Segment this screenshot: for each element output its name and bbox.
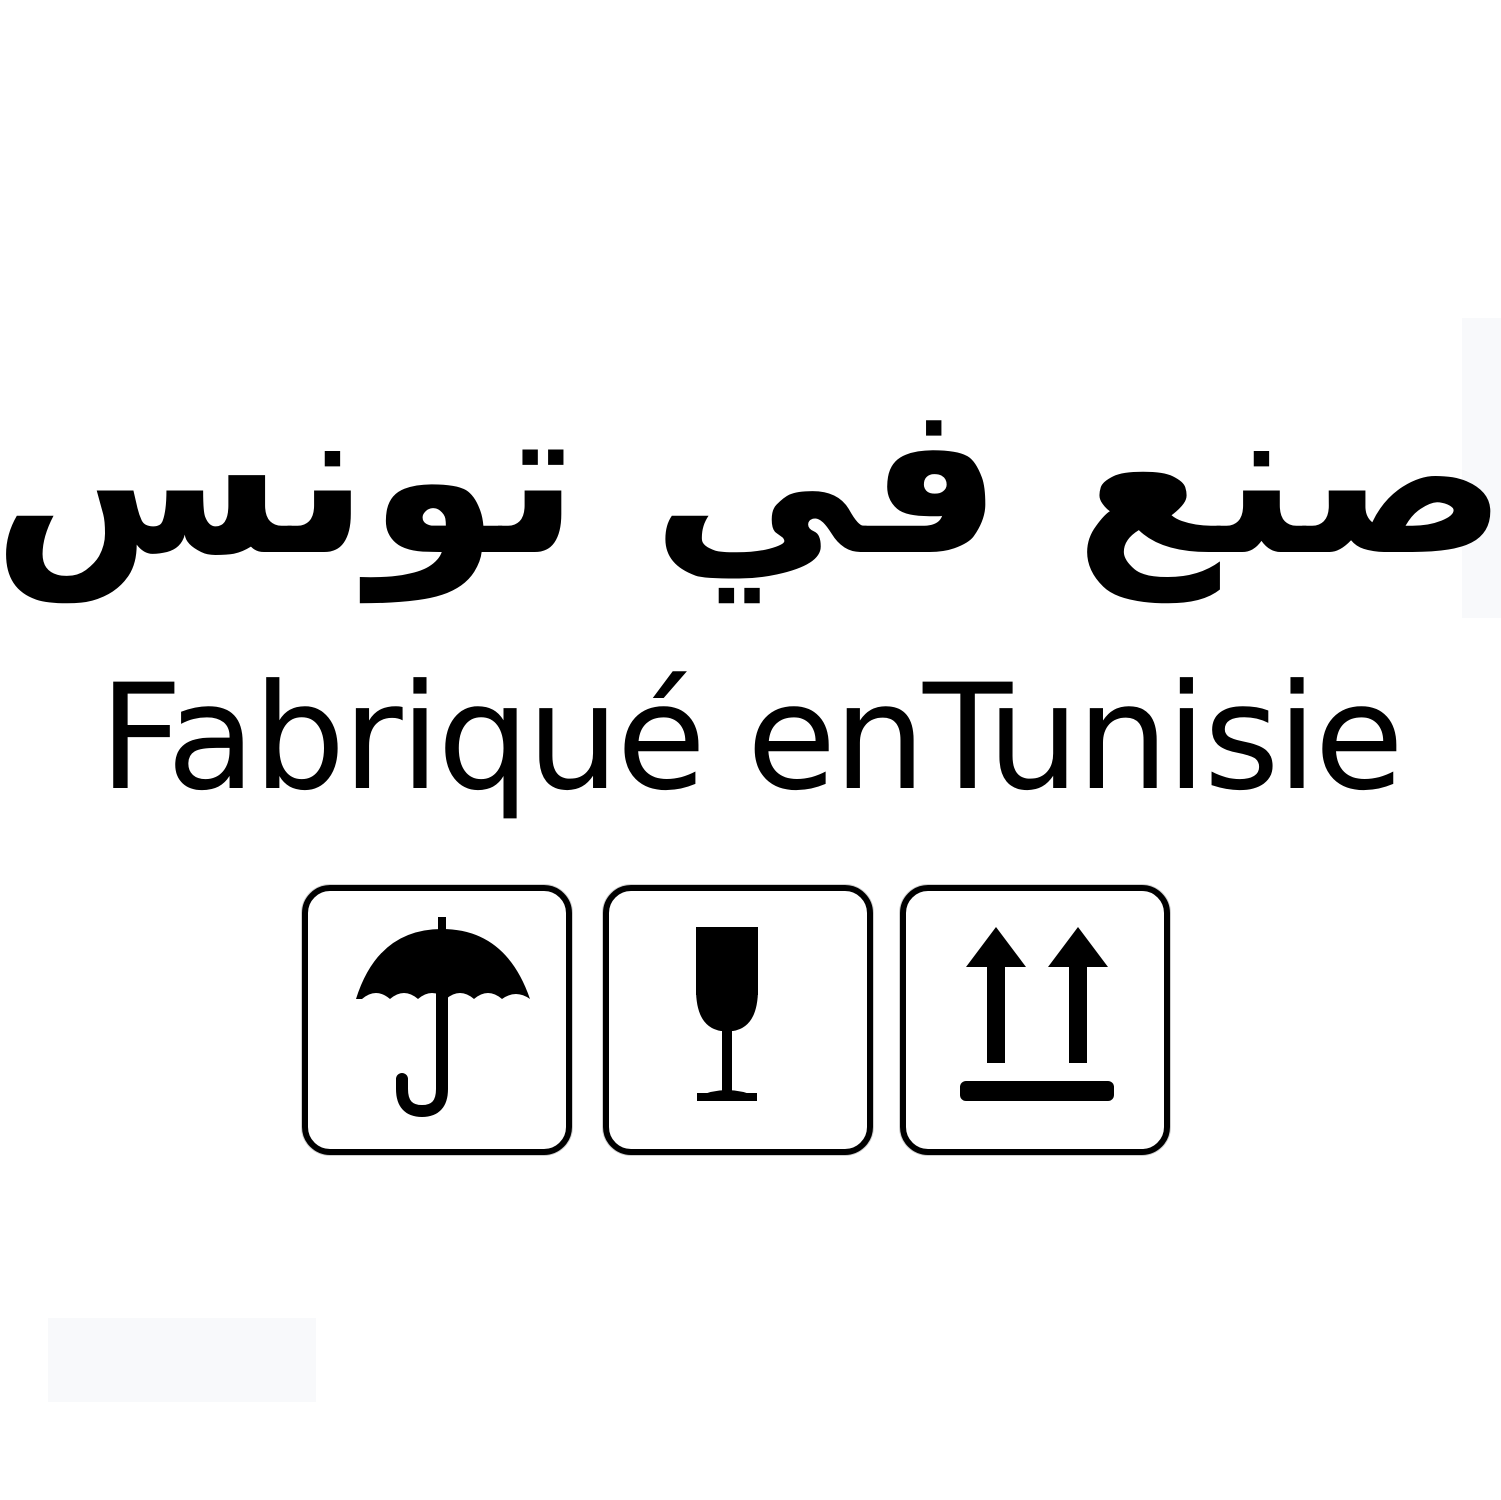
arabic-made-in-tunisia-text: صنع في تونس [0, 357, 1501, 602]
keep-dry-symbol-box [302, 885, 572, 1155]
fragile-symbol-box [603, 885, 873, 1155]
umbrella-icon [356, 917, 530, 1118]
wine-glass-icon [696, 927, 758, 1101]
this-way-up-symbol-box [900, 885, 1170, 1155]
background-patch [48, 1318, 316, 1402]
this-way-up-icon [960, 927, 1114, 1101]
french-made-in-tunisia-text: Fabriqué enTunisie [98, 652, 1404, 823]
